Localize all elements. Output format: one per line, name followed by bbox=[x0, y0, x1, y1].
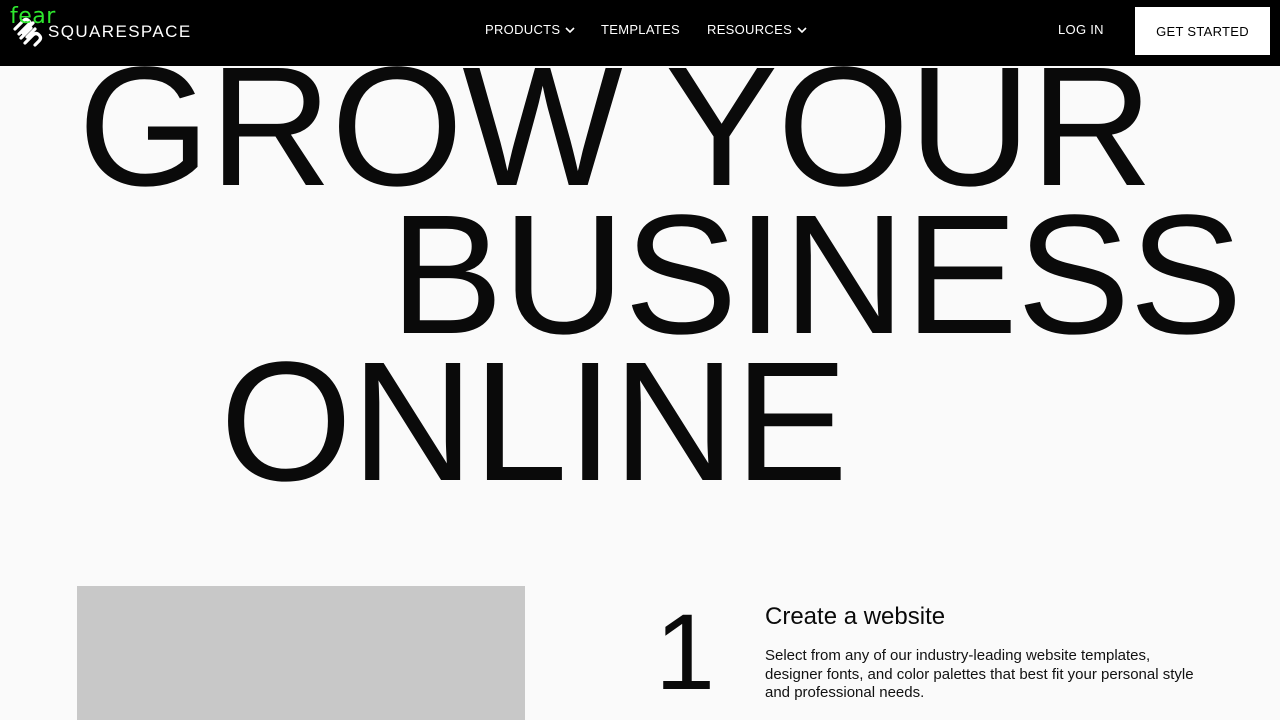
get-started-button[interactable]: GET STARTED bbox=[1135, 7, 1270, 55]
hero-headline-line-3: ONLINE bbox=[220, 327, 848, 517]
step-title: Create a website bbox=[765, 603, 946, 630]
step-number: 1 bbox=[655, 591, 716, 712]
page: SQUARESPACE fear PRODUCTS TEMPLATES RESO… bbox=[0, 0, 1280, 720]
media-placeholder bbox=[77, 586, 525, 720]
overlay-tag-text: fear bbox=[10, 4, 56, 29]
step-description: Select from any of our industry-leading … bbox=[765, 647, 1194, 701]
